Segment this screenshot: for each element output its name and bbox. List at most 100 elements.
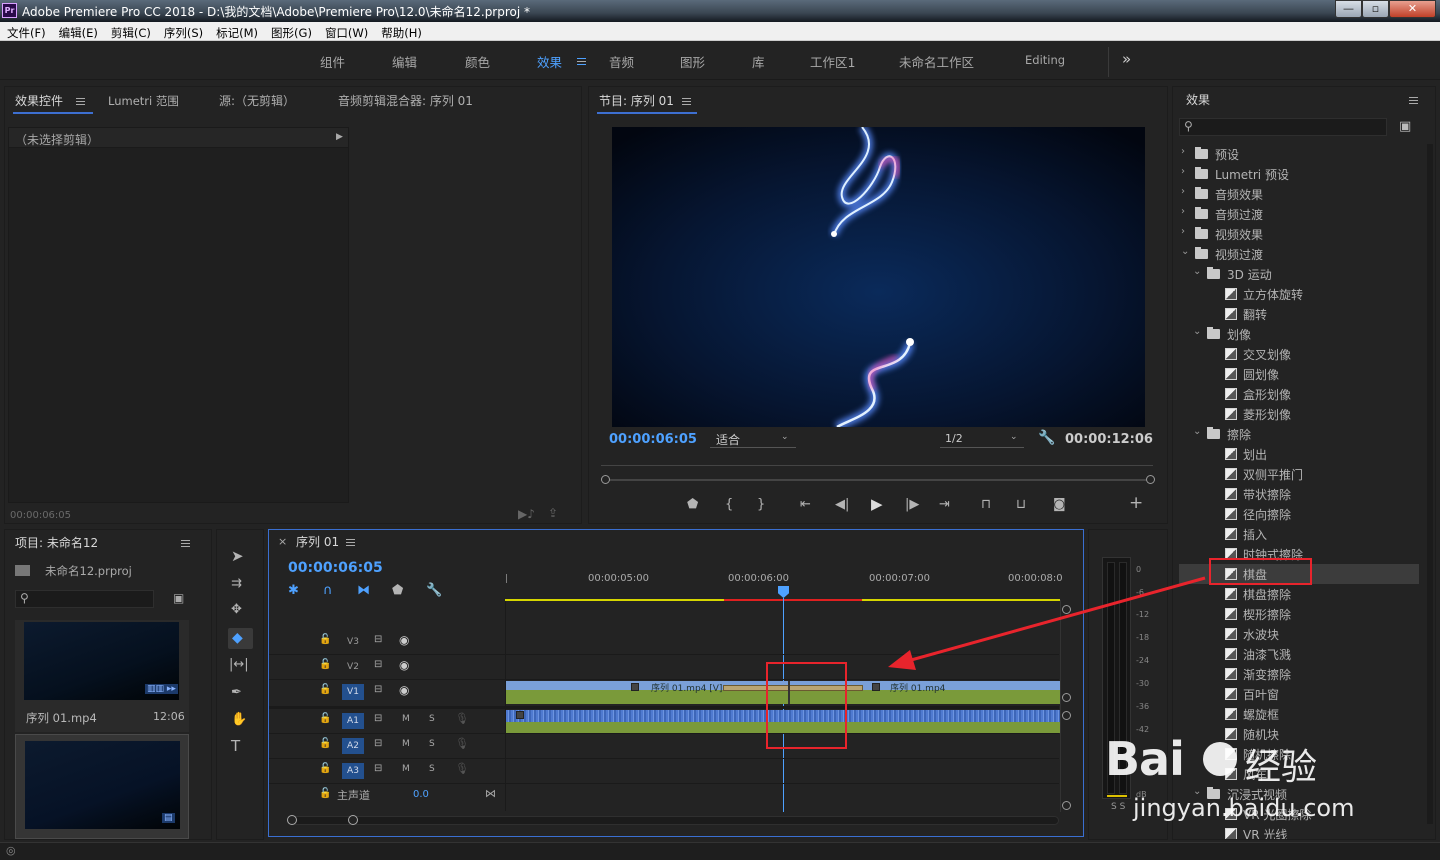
workspace-editing[interactable]: 编辑	[392, 52, 417, 71]
workspace-unnamed[interactable]: 未命名工作区	[899, 52, 974, 71]
effect-item[interactable]: 插入	[1179, 524, 1419, 544]
play-audio-icon[interactable]: ▶♪	[518, 507, 535, 521]
chevron-down-icon[interactable]: ⌄	[1193, 326, 1201, 337]
lock-icon[interactable]: 🔓	[319, 634, 331, 645]
hand-tool-icon[interactable]: ✋	[231, 712, 247, 728]
mute-button[interactable]: M	[402, 764, 410, 774]
lock-icon[interactable]: 🔓	[319, 713, 331, 724]
effect-item[interactable]: 划出	[1179, 444, 1419, 464]
track-label[interactable]: A2	[342, 738, 364, 754]
button-editor-plus-icon[interactable]: +	[1129, 495, 1143, 512]
workspace-audio[interactable]: 音频	[609, 52, 634, 71]
tab-audio-clip-mixer[interactable]: 音频剪辑混合器: 序列 01	[338, 92, 473, 109]
razor-tool-active[interactable]: ◆	[228, 628, 253, 649]
step-forward-icon[interactable]: |▶	[905, 497, 919, 513]
menu-file[interactable]: 文件(F)	[7, 22, 46, 41]
snap-magnet-icon[interactable]: ∩	[323, 583, 333, 599]
mute-button[interactable]: M	[402, 739, 410, 749]
menu-help[interactable]: 帮助(H)	[381, 22, 422, 41]
lock-icon[interactable]: 🔓	[319, 659, 331, 670]
sync-lock-icon[interactable]: ⊟	[374, 713, 382, 724]
tab-source[interactable]: 源:（无剪辑）	[219, 92, 295, 109]
menu-edit[interactable]: 编辑(E)	[59, 22, 98, 41]
chevron-right-icon[interactable]: ›	[1181, 166, 1185, 177]
effect-item[interactable]: 带状擦除	[1179, 484, 1419, 504]
sync-lock-icon[interactable]: ⊟	[374, 634, 382, 645]
effect-item[interactable]: 楔形擦除	[1179, 604, 1419, 624]
effect-item[interactable]: 圆划像	[1179, 364, 1419, 384]
lock-icon[interactable]: 🔓	[319, 738, 331, 749]
slip-tool-icon[interactable]: |↔|	[229, 657, 249, 673]
mute-button[interactable]: M	[402, 714, 410, 724]
effect-item[interactable]: 菱形划像	[1179, 404, 1419, 424]
effects-folder[interactable]: › 预设	[1179, 144, 1419, 164]
solo-button[interactable]: S	[429, 764, 435, 774]
program-menu-icon[interactable]	[682, 98, 691, 105]
effects-folder[interactable]: › Lumetri 预设	[1179, 164, 1419, 184]
microphone-icon[interactable]: 🎙	[455, 712, 469, 725]
track-label[interactable]: V3	[342, 634, 364, 650]
effect-item[interactable]: 水波块	[1179, 624, 1419, 644]
linked-selection-icon[interactable]: ⧓	[357, 583, 370, 599]
effects-folder[interactable]: › 视频效果	[1179, 224, 1419, 244]
close-tab-icon[interactable]: ×	[278, 535, 287, 548]
lock-icon[interactable]: 🔓	[319, 788, 331, 799]
fit-dropdown[interactable]: 适合 ⌄	[710, 431, 796, 448]
effects-search-input[interactable]: ⚲	[1179, 118, 1387, 136]
new-bin-icon[interactable]: ▣	[173, 591, 184, 605]
sync-lock-icon[interactable]: ⊟	[374, 738, 382, 749]
minimize-button[interactable]: —	[1335, 0, 1362, 18]
program-zoom-bar[interactable]	[601, 479, 1153, 481]
project-item-clip[interactable]: ▤	[15, 734, 189, 839]
effects-menu-icon[interactable]	[1409, 97, 1418, 104]
chevron-right-icon[interactable]: ›	[1181, 186, 1185, 197]
program-video-frame[interactable]	[612, 127, 1145, 427]
master-volume-value[interactable]: 0.0	[413, 789, 429, 800]
lock-icon[interactable]: 🔓	[319, 684, 331, 695]
go-to-in-icon[interactable]: ⇤	[800, 497, 811, 513]
effects-scrollbar[interactable]	[1427, 144, 1433, 824]
effects-folder[interactable]: ⌄ 擦除	[1179, 424, 1419, 444]
export-icon[interactable]: ⇪	[548, 506, 558, 520]
timeline-playhead[interactable]	[778, 586, 789, 598]
program-current-timecode[interactable]: 00:00:06:05	[609, 432, 697, 447]
effects-folder[interactable]: ⌄ 视频过渡	[1179, 244, 1419, 264]
effect-item[interactable]: 螺旋框	[1179, 704, 1419, 724]
project-search-input[interactable]: ⚲	[15, 590, 154, 608]
new-custom-bin-icon[interactable]: ▣	[1399, 119, 1411, 134]
add-marker-icon[interactable]: ⬟	[687, 497, 698, 513]
sync-lock-icon[interactable]: ⊟	[374, 659, 382, 670]
close-button[interactable]: ✕	[1389, 0, 1436, 18]
effects-folder[interactable]: › 音频效果	[1179, 184, 1419, 204]
track-label[interactable]: V2	[342, 659, 364, 675]
add-marker-icon[interactable]: ⬟	[392, 583, 403, 599]
effect-item[interactable]: 交叉划像	[1179, 344, 1419, 364]
chevron-right-icon[interactable]: ›	[1181, 206, 1185, 217]
v1-clip-right[interactable]: 序列 01.mp4	[872, 681, 1060, 704]
workspace-menu-icon[interactable]	[577, 58, 586, 65]
workspace-color[interactable]: 颜色	[465, 52, 490, 71]
effect-item[interactable]: 油漆飞溅	[1179, 644, 1419, 664]
effect-item[interactable]: 翻转	[1179, 304, 1419, 324]
solo-button[interactable]: S	[429, 739, 435, 749]
play-icon[interactable]: ▶	[871, 496, 883, 512]
chevron-right-icon[interactable]: ›	[1181, 146, 1185, 157]
type-tool-icon[interactable]: T	[231, 738, 240, 754]
ripple-edit-tool-icon[interactable]: ✥	[231, 602, 242, 618]
project-menu-icon[interactable]	[181, 540, 190, 547]
microphone-icon[interactable]: 🎙	[455, 762, 469, 775]
workspace-editing-en[interactable]: Editing	[1025, 53, 1065, 67]
master-width-icon[interactable]: ⋈	[485, 787, 496, 800]
effect-item[interactable]: 百叶窗	[1179, 684, 1419, 704]
timeline-timecode[interactable]: 00:00:06:05	[288, 560, 383, 576]
eye-icon[interactable]: ◉	[399, 633, 409, 647]
extract-icon[interactable]: ⊔	[1016, 497, 1026, 513]
sync-lock-icon[interactable]: ⊟	[374, 684, 382, 695]
menu-sequence[interactable]: 序列(S)	[164, 22, 203, 41]
tab-lumetri-scopes[interactable]: Lumetri 范围	[108, 93, 179, 109]
eye-icon[interactable]: ◉	[399, 658, 409, 672]
effect-item[interactable]: 立方体旋转	[1179, 284, 1419, 304]
eye-icon[interactable]: ◉	[399, 683, 409, 697]
effect-item[interactable]: 盒形划像	[1179, 384, 1419, 404]
chevron-down-icon[interactable]: ⌄	[1193, 266, 1201, 277]
